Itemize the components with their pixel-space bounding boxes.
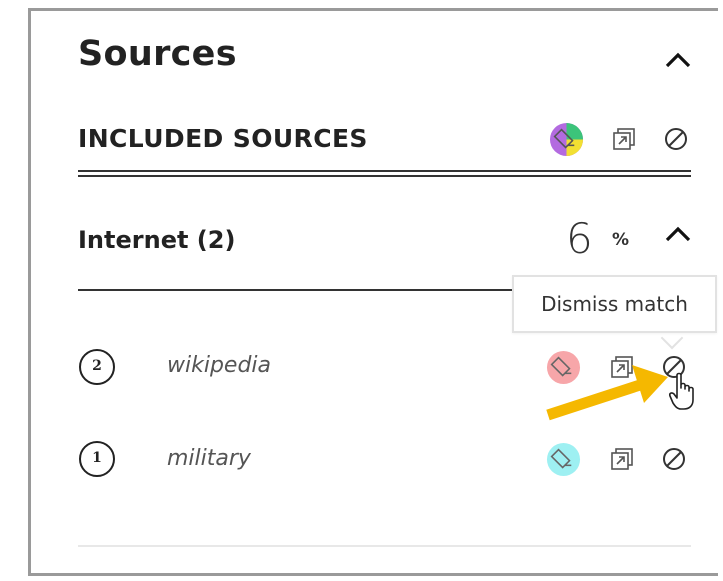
dismiss-match-icon[interactable] <box>662 447 686 471</box>
section-divider <box>78 170 691 177</box>
percent-sign: % <box>612 230 630 250</box>
highlight-all-icon[interactable] <box>549 122 584 157</box>
included-sources-heading: INCLUDED SOURCES <box>78 124 368 153</box>
view-source-icon[interactable] <box>612 127 636 151</box>
annotation-arrow-icon <box>540 355 680 430</box>
source-name[interactable]: wikipedia <box>167 353 271 378</box>
list-end-divider <box>78 545 691 547</box>
source-row-military: 1 military <box>0 434 723 484</box>
hand-pointer-cursor-icon <box>668 372 698 412</box>
highlighter-icon[interactable] <box>546 442 581 477</box>
source-name[interactable]: military <box>167 446 251 471</box>
dismiss-all-icon[interactable] <box>664 127 688 151</box>
collapse-sources-chevron-up-icon[interactable] <box>664 50 692 70</box>
panel-title: Sources <box>78 34 237 74</box>
collapse-internet-chevron-up-icon[interactable] <box>664 224 692 244</box>
source-number-badge: 2 <box>79 349 115 385</box>
internet-group-label: Internet (2) <box>78 226 236 254</box>
source-number-badge: 1 <box>79 441 115 477</box>
match-percentage: 6 <box>566 214 593 263</box>
group-divider <box>78 289 518 291</box>
view-source-icon[interactable] <box>610 447 634 471</box>
dismiss-match-tooltip: Dismiss match <box>512 275 717 333</box>
